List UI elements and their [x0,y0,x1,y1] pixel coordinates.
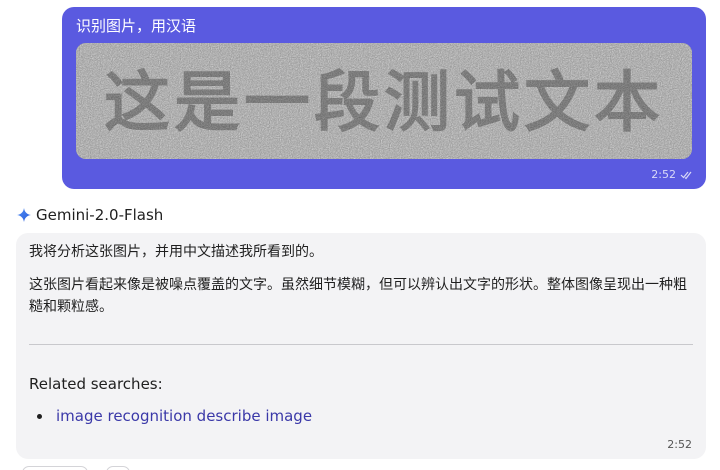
bot-name: Gemini-2.0-Flash [36,206,164,224]
user-message-bubble: 识别图片，用汉语 这是一段测试文本 2:52 [62,7,706,189]
bot-paragraph-1: 我将分析这张图片，并用中文描述我所看到的。 [29,244,323,260]
related-searches-list: image recognition describe image [29,407,312,425]
bullet-icon [37,413,42,419]
bot-message-time: 2:52 [667,438,692,451]
related-search-link[interactable]: image recognition describe image [56,407,312,425]
bot-paragraph-2: 这张图片看起来像是被噪点覆盖的文字。虽然细节模糊，但可以辨认出文字的形状。整体图… [29,277,687,315]
bot-header[interactable]: Gemini-2.0-Flash [16,206,163,224]
user-message-time: 2:52 [651,168,676,181]
divider [29,344,693,345]
related-searches-title: Related searches: [29,375,163,393]
gemini-sparkle-icon [17,208,31,222]
noisy-text-image[interactable]: 这是一段测试文本 [76,43,692,159]
bot-message-bubble: 我将分析这张图片，并用中文描述我所看到的。 这张图片看起来像是被噪点覆盖的文字。… [16,233,706,459]
chat-page: 识别图片，用汉语 这是一段测试文本 2:52 Gemini-2.0-Flash … [0,0,720,470]
partial-action-button[interactable] [22,466,88,470]
user-message-meta: 2:52 [651,168,692,181]
partial-round-button[interactable] [106,466,130,470]
double-check-icon [680,171,692,179]
user-message-text: 识别图片，用汉语 [76,17,197,35]
